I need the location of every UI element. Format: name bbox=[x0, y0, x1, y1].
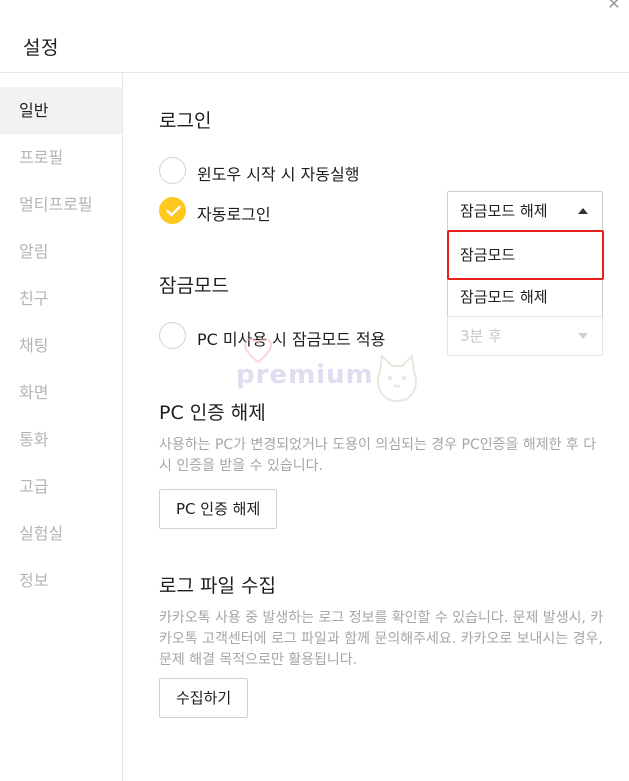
windows-start-radio[interactable] bbox=[159, 157, 186, 184]
chevron-down-icon bbox=[578, 333, 588, 339]
check-icon bbox=[166, 205, 181, 217]
dropdown-option-lock-off[interactable]: 잠금모드 해제 bbox=[448, 277, 604, 317]
lock-mode-select[interactable]: 잠금모드 해제 bbox=[447, 191, 603, 231]
pc-auth-description: 사용하는 PC가 변경되었거나 도용이 의심되는 경우 PC인증을 해제한 후 … bbox=[159, 437, 597, 474]
idle-lock-radio[interactable] bbox=[159, 322, 186, 349]
windows-start-label: 윈도우 시작 시 자동실행 bbox=[197, 165, 360, 184]
cat-mascot-icon bbox=[377, 353, 417, 402]
sidebar-item-calls[interactable]: 통화 bbox=[0, 416, 122, 463]
sidebar-item-chat[interactable]: 채팅 bbox=[0, 322, 122, 369]
close-icon[interactable]: ✕ bbox=[604, 0, 624, 16]
auto-login-option[interactable]: 자동로그인 bbox=[159, 197, 439, 225]
collect-logs-button[interactable]: 수집하기 bbox=[159, 678, 249, 718]
idle-time-select-value: 3분 후 bbox=[460, 327, 502, 345]
sidebar-item-info[interactable]: 정보 bbox=[0, 557, 122, 604]
sidebar-item-display[interactable]: 화면 bbox=[0, 369, 122, 416]
sidebar-item-multiprofile[interactable]: 멀티프로필 bbox=[0, 181, 122, 228]
sidebar: 일반 프로필 멀티프로필 알림 친구 채팅 화면 통화 고급 실험실 정보 bbox=[0, 73, 123, 781]
auto-login-checkbox[interactable] bbox=[159, 197, 186, 224]
window-title: 설정 bbox=[23, 37, 59, 59]
sidebar-item-notifications[interactable]: 알림 bbox=[0, 228, 122, 275]
pc-auth-reset-button[interactable]: PC 인증 해제 bbox=[159, 489, 278, 529]
sidebar-item-friends[interactable]: 친구 bbox=[0, 275, 122, 322]
auto-login-label: 자동로그인 bbox=[197, 205, 271, 224]
chevron-up-icon bbox=[578, 208, 588, 214]
lock-mode-dropdown: 잠금모드 잠금모드 해제 bbox=[447, 230, 604, 322]
idle-time-select[interactable]: 3분 후 bbox=[447, 316, 603, 356]
windows-start-option[interactable]: 윈도우 시작 시 자동실행 bbox=[159, 157, 459, 185]
lockmode-section-title: 잠금모드 bbox=[159, 275, 229, 297]
sidebar-item-labs[interactable]: 실험실 bbox=[0, 510, 122, 557]
lock-mode-select-value: 잠금모드 해제 bbox=[460, 202, 548, 220]
settings-window: ✕ 설정 일반 프로필 멀티프로필 알림 친구 채팅 화면 통화 고급 실험실 … bbox=[0, 0, 629, 781]
sidebar-item-general[interactable]: 일반 bbox=[0, 87, 122, 134]
watermark-text: premium bbox=[236, 360, 374, 390]
log-file-description: 카카오톡 사용 중 발생하는 로그 정보를 확인할 수 있습니다. 문제 발생시… bbox=[159, 610, 604, 668]
sidebar-item-profile[interactable]: 프로필 bbox=[0, 134, 122, 181]
sidebar-item-advanced[interactable]: 고급 bbox=[0, 463, 122, 510]
highlight-box bbox=[447, 230, 604, 280]
login-section-title: 로그인 bbox=[159, 110, 212, 132]
watermark: premium bbox=[236, 338, 426, 408]
log-file-section-title: 로그 파일 수집 bbox=[159, 575, 276, 597]
